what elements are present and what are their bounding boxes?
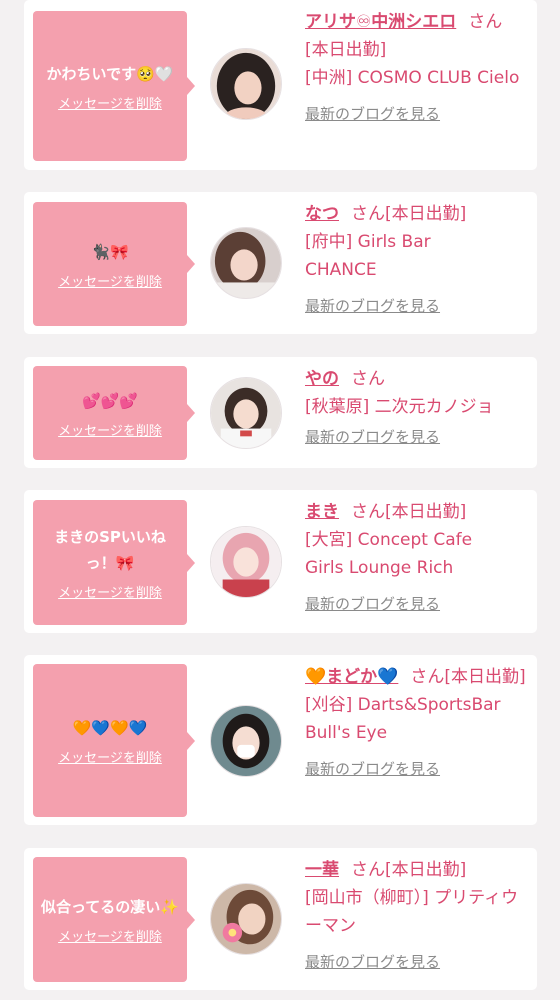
cast-name-link[interactable]: 一華 — [305, 860, 339, 880]
honorific: さん — [351, 860, 385, 880]
message-text: まきのSPいいねっ！🎀 — [54, 528, 166, 572]
latest-blog-link[interactable]: 最新のブログを見る — [305, 100, 440, 128]
message-card: 🐈‍⬛🎀 メッセージを削除 なつ さん[本日出勤] [府中] Girls Bar … — [24, 192, 537, 334]
cast-info: まき さん[本日出勤] [大宮] Concept Cafe Girls Loung… — [305, 498, 530, 618]
delete-message-link[interactable]: メッセージを削除 — [58, 747, 162, 766]
status-label: [本日出勤] — [385, 204, 467, 224]
status-label: [本日出勤] — [385, 502, 467, 522]
shop-label: [大宮] Concept Cafe Girls Lounge Rich — [305, 530, 473, 578]
message-text: かわちいです🥺🤍 — [46, 64, 174, 83]
shop-label: [府中] Girls Bar CHANCE — [305, 232, 431, 280]
status-label: [本日出勤] — [385, 860, 467, 880]
delete-message-link[interactable]: メッセージを削除 — [58, 926, 162, 945]
cast-name-link[interactable]: なつ — [305, 204, 339, 224]
avatar[interactable] — [210, 526, 282, 598]
delete-message-link[interactable]: メッセージを削除 — [58, 420, 162, 439]
shop-label: [秋葉原] 二次元カノジョ — [305, 397, 494, 417]
message-card: かわちいです🥺🤍 メッセージを削除 アリサ♾中洲シエロ さん [本日出勤] [中洲… — [24, 0, 537, 170]
message-card: 💕💕💕 メッセージを削除 やの さん [秋葉原] 二次元カノジョ 最新のブログを見… — [24, 357, 537, 468]
latest-blog-link[interactable]: 最新のブログを見る — [305, 292, 440, 320]
avatar[interactable] — [210, 705, 282, 777]
cast-name-link[interactable]: アリサ♾中洲シエロ — [305, 12, 456, 32]
message-bubble: まきのSPいいねっ！🎀 メッセージを削除 — [33, 500, 195, 625]
message-card: 似合ってるの凄い✨ メッセージを削除 一華 さん[本日出勤] [岡山市（柳町）] … — [24, 848, 537, 990]
cast-name-link[interactable]: やの — [305, 369, 339, 389]
delete-message-link[interactable]: メッセージを削除 — [58, 93, 162, 112]
latest-blog-link[interactable]: 最新のブログを見る — [305, 423, 440, 451]
status-label: [本日出勤] — [444, 667, 526, 687]
latest-blog-link[interactable]: 最新のブログを見る — [305, 948, 440, 976]
latest-blog-link[interactable]: 最新のブログを見る — [305, 755, 440, 783]
honorific: さん — [351, 369, 385, 389]
delete-message-link[interactable]: メッセージを削除 — [58, 271, 162, 290]
message-text: 💕💕💕 — [81, 391, 139, 410]
honorific: さん — [351, 502, 385, 522]
shop-label: [中洲] COSMO CLUB Cielo — [305, 68, 520, 88]
cast-info: やの さん [秋葉原] 二次元カノジョ 最新のブログを見る — [305, 365, 530, 451]
avatar[interactable] — [210, 227, 282, 299]
latest-blog-link[interactable]: 最新のブログを見る — [305, 590, 440, 618]
avatar[interactable] — [210, 883, 282, 955]
avatar[interactable] — [210, 377, 282, 449]
cast-info: 🧡まどか💙 さん[本日出勤] [刈谷] Darts&SportsBar Bull'… — [305, 663, 530, 783]
message-bubble: 🧡💙🧡💙 メッセージを削除 — [33, 664, 195, 817]
honorific: さん — [410, 667, 445, 687]
cast-info: 一華 さん[本日出勤] [岡山市（柳町）] プリティウーマン 最新のブログを見る — [305, 856, 530, 976]
message-text: 似合ってるの凄い✨ — [41, 898, 179, 916]
shop-label: [岡山市（柳町）] プリティウーマン — [305, 888, 519, 936]
honorific: さん — [468, 12, 503, 32]
delete-message-link[interactable]: メッセージを削除 — [58, 582, 162, 601]
message-list: かわちいです🥺🤍 メッセージを削除 アリサ♾中洲シエロ さん [本日出勤] [中洲… — [0, 0, 560, 1000]
message-bubble: 似合ってるの凄い✨ メッセージを削除 — [33, 857, 195, 982]
message-text: 🐈‍⬛🎀 — [91, 242, 129, 261]
message-card: 🧡💙🧡💙 メッセージを削除 🧡まどか💙 さん[本日出勤] [刈谷] Darts&S… — [24, 655, 537, 825]
status-label: [本日出勤] — [305, 40, 387, 60]
cast-info: アリサ♾中洲シエロ さん [本日出勤] [中洲] COSMO CLUB Cielo… — [305, 8, 530, 128]
message-bubble: 🐈‍⬛🎀 メッセージを削除 — [33, 202, 195, 326]
cast-name-link[interactable]: 🧡まどか💙 — [305, 667, 398, 687]
message-card: まきのSPいいねっ！🎀 メッセージを削除 まき さん[本日出勤] [大宮] Con… — [24, 490, 537, 633]
cast-info: なつ さん[本日出勤] [府中] Girls Bar CHANCE 最新のブログを… — [305, 200, 530, 320]
honorific: さん — [351, 204, 385, 224]
shop-label: [刈谷] Darts&SportsBar Bull's Eye — [305, 695, 501, 743]
avatar[interactable] — [210, 48, 282, 120]
message-text: 🧡💙🧡💙 — [72, 719, 148, 737]
message-bubble: かわちいです🥺🤍 メッセージを削除 — [33, 11, 195, 161]
cast-name-link[interactable]: まき — [305, 502, 339, 522]
message-bubble: 💕💕💕 メッセージを削除 — [33, 366, 195, 460]
